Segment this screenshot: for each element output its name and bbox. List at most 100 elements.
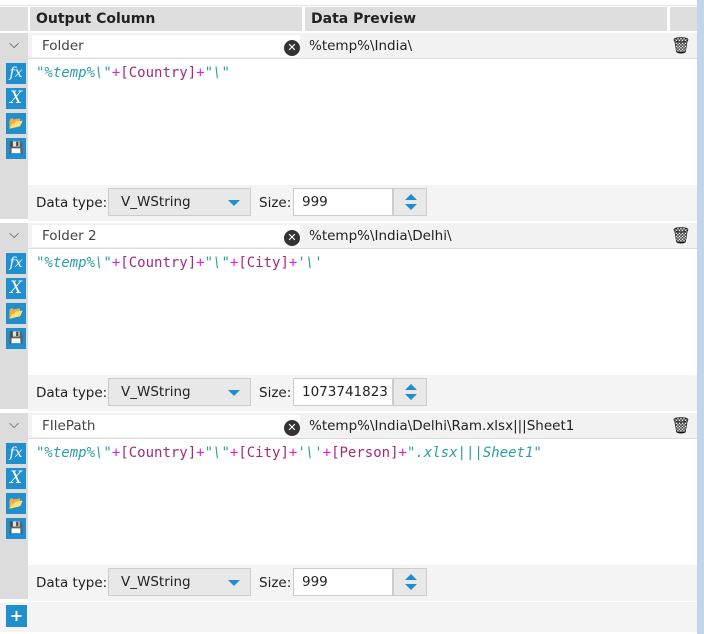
fx-icon[interactable]: fx [6,443,26,464]
clear-icon[interactable]: ✕ [284,230,300,246]
x-icon[interactable]: X [6,468,26,489]
trash-icon[interactable]: 🗑 [670,416,692,436]
arrow-down-icon[interactable] [405,394,417,400]
header-output-column: Output Column [30,7,302,31]
size-value: 999 [302,194,328,210]
fx-icon[interactable]: fx [6,63,26,84]
scrollbar[interactable] [697,0,704,634]
expression-token: [Country] [120,445,197,461]
size-input[interactable]: 1073741823 [293,378,393,406]
expression-token: [City] [238,445,289,461]
folder-open-icon[interactable]: 📂 [6,303,26,324]
formula-field-row: ⌵ FIlePath ✕ %temp%\India\Delhi\Ram.xlsx… [0,413,697,603]
arrow-up-icon[interactable] [405,194,417,200]
type-bar: Data type: V_WString Size: 999 [28,185,697,221]
size-stepper[interactable] [393,188,427,216]
data-type-dropdown[interactable]: V_WString [108,188,251,216]
data-preview: %temp%\India\Delhi\Ram.xlsx|||Sheet1 [309,418,575,434]
expression-token: + [196,65,205,81]
output-column-name-input[interactable]: Folder ✕ [32,35,300,57]
size-value: 999 [302,574,328,590]
data-preview: %temp%\India\Delhi\ [309,228,452,244]
clear-icon[interactable]: ✕ [284,40,300,56]
expression-token: "%temp%\" [36,445,112,461]
header-action-spacer [670,7,697,31]
chevron-down-icon[interactable]: ⌵ [3,37,25,55]
output-column-name-input[interactable]: Folder 2 ✕ [32,225,300,247]
arrow-down-icon[interactable] [405,584,417,590]
plus-icon: + [9,606,24,625]
type-bar: Data type: V_WString Size: 1073741823 [28,375,697,411]
expression-token: '\' [297,445,323,461]
size-label: Size: [259,385,292,401]
dropdown-arrow-icon [228,200,240,206]
save-icon[interactable]: 💾 [6,518,26,539]
expression-token: [Person] [331,445,399,461]
size-label: Size: [259,195,292,211]
output-column-name: Folder [42,38,84,54]
expression-editor[interactable]: "%temp%\"+[Country]+"\"+[City]+'\'+[Pers… [36,445,542,461]
data-preview: %temp%\India\ [309,38,413,54]
type-bar: Data type: V_WString Size: 999 [28,565,697,601]
x-icon[interactable]: X [6,88,26,109]
expression-token: "%temp%\" [36,255,112,271]
data-type-dropdown[interactable]: V_WString [108,568,251,596]
expression-editor[interactable]: "%temp%\"+[Country]+"\"+[City]+'\' [36,255,323,271]
size-label: Size: [259,575,292,591]
name-row: Folder 2 ✕ %temp%\India\Delhi\ 🗑 [28,223,697,249]
name-row: FIlePath ✕ %temp%\India\Delhi\Ram.xlsx||… [28,413,697,439]
dropdown-arrow-icon [228,390,240,396]
arrow-up-icon[interactable] [405,384,417,390]
expression-token: [Country] [120,65,197,81]
data-type-dropdown[interactable]: V_WString [108,378,251,406]
clear-icon[interactable]: ✕ [284,420,300,436]
size-input[interactable]: 999 [293,188,393,216]
trash-icon[interactable]: 🗑 [670,36,692,56]
expression-toolbar: fx X 📂 💾 [6,63,26,163]
size-stepper[interactable] [393,378,427,406]
size-stepper[interactable] [393,568,427,596]
expression-toolbar: fx X 📂 💾 [6,253,26,353]
expression-token: '\' [297,255,323,271]
expression-token: + [196,445,205,461]
expression-token: + [322,445,332,461]
output-column-name: Folder 2 [42,228,97,244]
chevron-down-icon[interactable]: ⌵ [3,227,25,245]
save-icon[interactable]: 💾 [6,138,26,159]
expression-token: "\" [204,255,230,271]
chevron-down-icon[interactable]: ⌵ [3,417,25,435]
output-column-name-input[interactable]: FIlePath ✕ [32,415,300,437]
data-type-label: Data type: [36,385,108,401]
expression-token: ".xlsx|||Sheet1" [406,445,542,461]
dropdown-arrow-icon [228,580,240,586]
arrow-up-icon[interactable] [405,574,417,580]
expression-token: [Country] [120,255,197,271]
folder-open-icon[interactable]: 📂 [6,113,26,134]
arrow-down-icon[interactable] [405,204,417,210]
formula-field-row: ⌵ Folder 2 ✕ %temp%\India\Delhi\ 🗑 fx X … [0,223,697,413]
data-type-value: V_WString [121,574,191,590]
name-row: Folder ✕ %temp%\India\ 🗑 [28,33,697,59]
header-spacer [0,7,28,31]
data-type-value: V_WString [121,194,191,210]
trash-icon[interactable]: 🗑 [670,226,692,246]
size-input[interactable]: 999 [293,568,393,596]
expression-token: + [196,255,205,271]
output-column-name: FIlePath [42,418,96,434]
data-type-label: Data type: [36,195,108,211]
expression-token: "%temp%\" [36,65,112,81]
folder-open-icon[interactable]: 📂 [6,493,26,514]
save-icon[interactable]: 💾 [6,328,26,349]
add-row-bar [0,602,697,632]
x-icon[interactable]: X [6,278,26,299]
data-type-value: V_WString [121,384,191,400]
expression-token: "\" [204,65,230,81]
data-type-label: Data type: [36,575,108,591]
formula-field-row: ⌵ Folder ✕ %temp%\India\ 🗑 fx X 📂 💾 "%te… [0,33,697,223]
size-value: 1073741823 [302,384,388,400]
fx-icon[interactable]: fx [6,253,26,274]
expression-token: + [398,445,407,461]
add-field-button[interactable]: + [6,605,27,627]
expression-token: [City] [238,255,289,271]
expression-editor[interactable]: "%temp%\"+[Country]+"\" [36,65,230,81]
